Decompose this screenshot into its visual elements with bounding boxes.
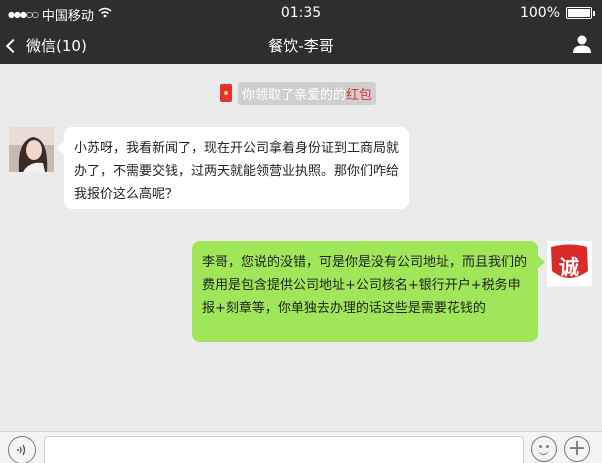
battery-icon [566,7,595,19]
voice-input-button[interactable] [8,436,36,463]
voice-icon [17,444,26,456]
user-avatar[interactable]: 诚 [547,241,592,286]
battery-level [568,9,590,17]
emoji-icon-eye [546,445,549,448]
red-packet-link[interactable]: 红包 [346,88,372,103]
input-bar: + [0,431,602,463]
system-message: 你领取了亲爱的的红包 [220,81,377,105]
emoji-button[interactable] [531,436,557,462]
status-bar: ●●●○○ 中国移动 01:35 100% [0,0,602,26]
sent-message-bubble[interactable]: 李哥，您说的没错，可是你是没有公司地址，而且我们的费用是包含提供公司地址+公司核… [192,241,545,342]
sent-message-text: 李哥，您说的没错，可是你是没有公司地址，而且我们的费用是包含提供公司地址+公司核… [202,255,528,316]
status-time: 01:35 [280,5,322,21]
message-input[interactable] [44,436,524,463]
system-message-text: 你领取了亲爱的的红包 [238,81,377,105]
more-options-button[interactable]: + [564,436,590,462]
contact-profile-icon[interactable] [572,34,592,54]
system-message-body: 你领取了亲爱的的 [242,87,347,103]
emoji-icon-mouth [538,449,549,455]
red-packet-icon [220,84,232,102]
chat-header: 微信(10) 餐饮-李哥 [0,26,602,64]
emoji-icon [539,445,542,448]
status-right: 100% [519,5,595,21]
user-avatar-mark: 诚 [559,255,579,279]
battery-percentage: 100% [519,5,560,21]
contact-avatar[interactable] [9,127,54,172]
received-message-bubble[interactable]: 小苏呀，我看新闻了，现在开公司拿着身份证到工商局就办了，不需要交钱，过两天就能领… [57,127,409,209]
chat-title: 餐饮-李哥 [268,37,334,55]
plus-icon: + [567,436,587,461]
received-message-text: 小苏呀，我看新闻了，现在开公司拿着身份证到工商局就办了，不需要交钱，过两天就能领… [74,141,400,202]
